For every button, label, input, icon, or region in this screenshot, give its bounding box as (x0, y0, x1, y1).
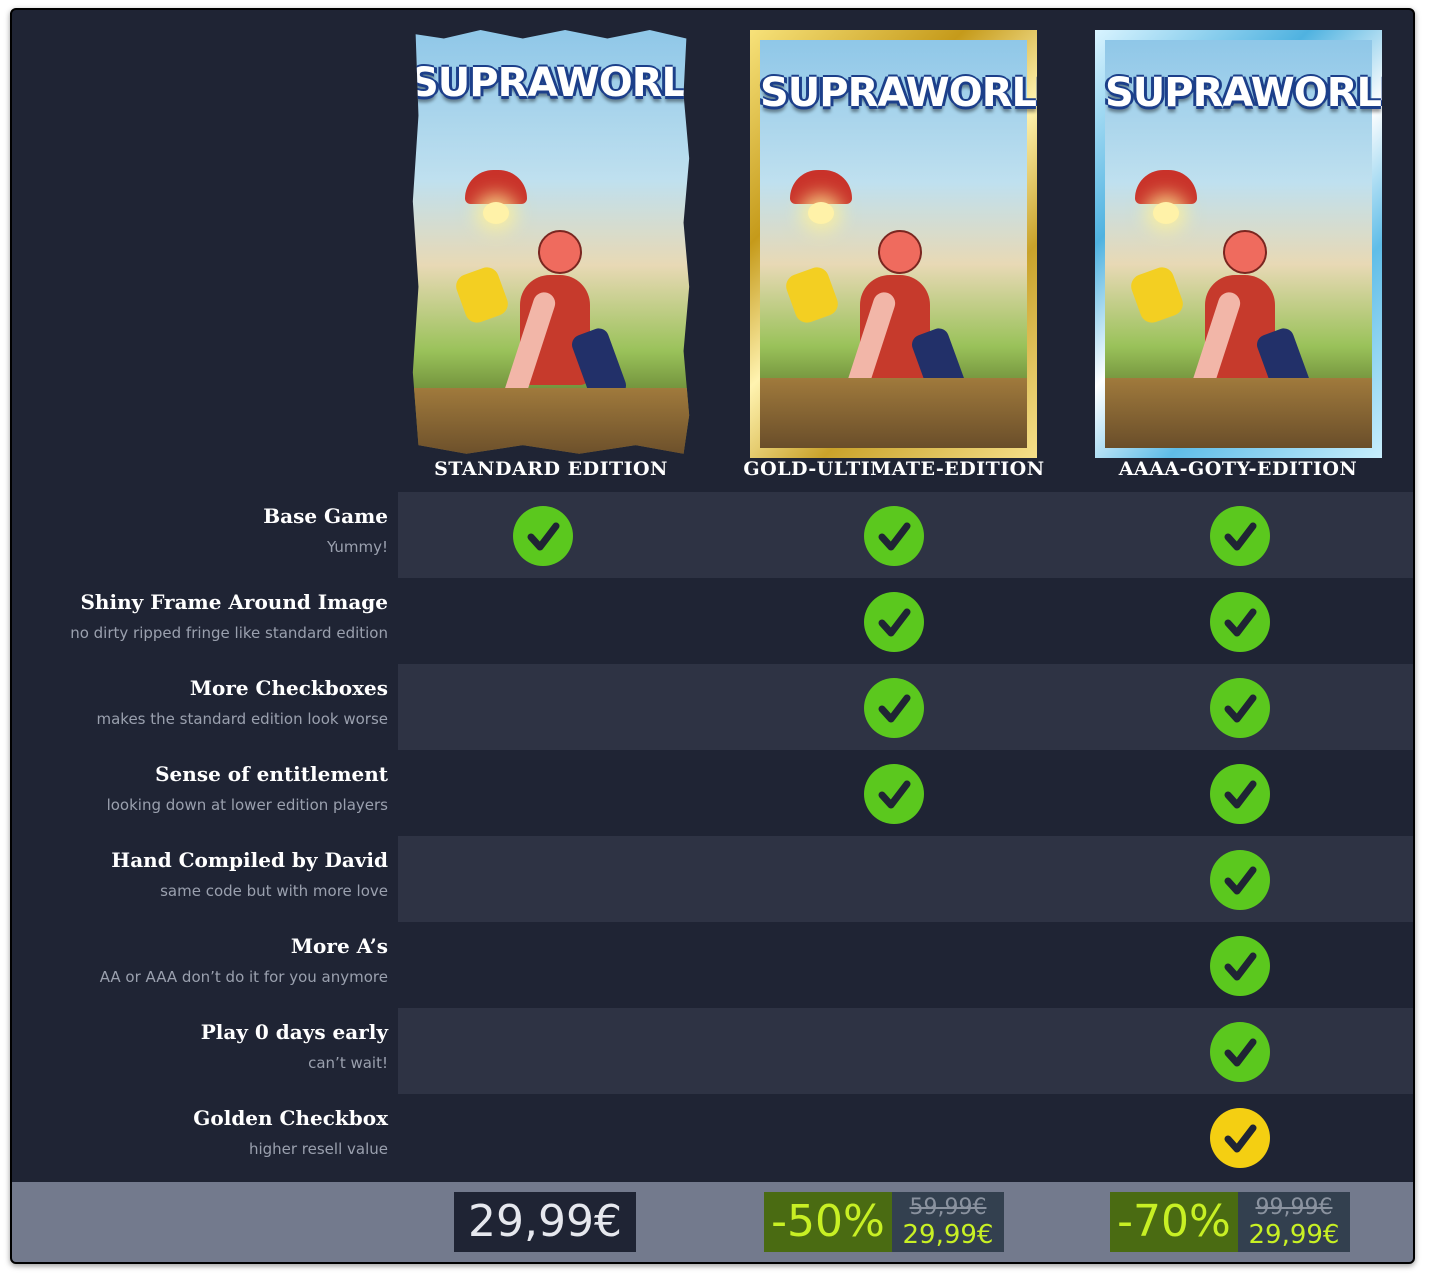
check-circle-icon (864, 764, 924, 824)
feature-description: Yummy! (326, 538, 388, 556)
goty-price-box[interactable]: 99,99€ 29,99€ (1238, 1192, 1350, 1252)
price-bar: 29,99€ -50% 59,99€ 29,99€ -70% 99,99€ 29… (12, 1182, 1413, 1262)
goty-edition-title: AAAA-GOTY-EDITION (1118, 458, 1358, 480)
feature-label: Shiny Frame Around Image (80, 590, 388, 614)
feature-row: Base Game Yummy! (12, 492, 1413, 578)
golden-check-circle-icon (1210, 1108, 1270, 1168)
feature-row: Shiny Frame Around Image no dirty ripped… (12, 578, 1413, 664)
feature-row: More Checkboxes makes the standard editi… (12, 664, 1413, 750)
feature-label: Play 0 days early (200, 1020, 388, 1044)
feature-description: AA or AAA don’t do it for you anymore (99, 968, 388, 986)
original-price: 99,99€ (1255, 1195, 1333, 1220)
gold-price-box[interactable]: 59,99€ 29,99€ (892, 1192, 1004, 1252)
feature-row: Hand Compiled by David same code but wit… (12, 836, 1413, 922)
feature-label: Sense of entitlement (155, 762, 388, 786)
final-price: 29,99€ (902, 1220, 994, 1250)
check-circle-icon (864, 506, 924, 566)
cover-art: SUPRAWORLD (760, 40, 1037, 448)
check-circle-icon (1210, 764, 1270, 824)
game-logo: SUPRAWORLD (410, 60, 692, 106)
gold-edition-cover[interactable]: SUPRAWORLD (750, 30, 1037, 458)
standard-price[interactable]: 29,99€ (454, 1192, 636, 1252)
goty-edition-cover[interactable]: SUPRAWORLD (1095, 30, 1382, 458)
game-logo: SUPRAWORLD (1105, 70, 1382, 116)
check-circle-icon (864, 678, 924, 738)
feature-description: no dirty ripped fringe like standard edi… (70, 624, 388, 642)
feature-label: More A’s (290, 934, 388, 958)
standard-edition-title: STANDARD EDITION (434, 458, 668, 480)
feature-label: Base Game (263, 504, 388, 528)
feature-label: Golden Checkbox (193, 1106, 388, 1130)
check-circle-icon (1210, 678, 1270, 738)
feature-description: can’t wait! (308, 1054, 388, 1072)
cover-art: SUPRAWORLD (1105, 40, 1382, 448)
check-circle-icon (1210, 506, 1270, 566)
feature-label: More Checkboxes (189, 676, 388, 700)
gold-discount-badge[interactable]: -50% (764, 1192, 892, 1252)
feature-label: Hand Compiled by David (111, 848, 388, 872)
check-circle-icon (1210, 1022, 1270, 1082)
final-price: 29,99€ (1248, 1220, 1340, 1250)
check-circle-icon (513, 506, 573, 566)
check-circle-icon (1210, 850, 1270, 910)
gold-edition-title: GOLD-ULTIMATE-EDITION (743, 458, 1045, 480)
feature-description: same code but with more love (160, 882, 388, 900)
edition-comparison-panel: SUPRAWORLD SUPRAWORLD SUPRAWORLD (10, 8, 1415, 1264)
standard-edition-cover[interactable]: SUPRAWORLD (410, 30, 692, 458)
goty-discount-badge[interactable]: -70% (1110, 1192, 1238, 1252)
feature-description: higher resell value (248, 1140, 388, 1158)
feature-description: makes the standard edition look worse (96, 710, 388, 728)
feature-description: looking down at lower edition players (106, 796, 388, 814)
check-circle-icon (864, 592, 924, 652)
feature-row: Play 0 days early can’t wait! (12, 1008, 1413, 1094)
check-circle-icon (1210, 592, 1270, 652)
original-price: 59,99€ (909, 1195, 987, 1220)
game-logo: SUPRAWORLD (760, 70, 1037, 116)
feature-row: More A’s AA or AAA don’t do it for you a… (12, 922, 1413, 1008)
cover-art: SUPRAWORLD (410, 30, 692, 454)
feature-row: Golden Checkbox higher resell value (12, 1094, 1413, 1180)
check-circle-icon (1210, 936, 1270, 996)
feature-row: Sense of entitlement looking down at low… (12, 750, 1413, 836)
